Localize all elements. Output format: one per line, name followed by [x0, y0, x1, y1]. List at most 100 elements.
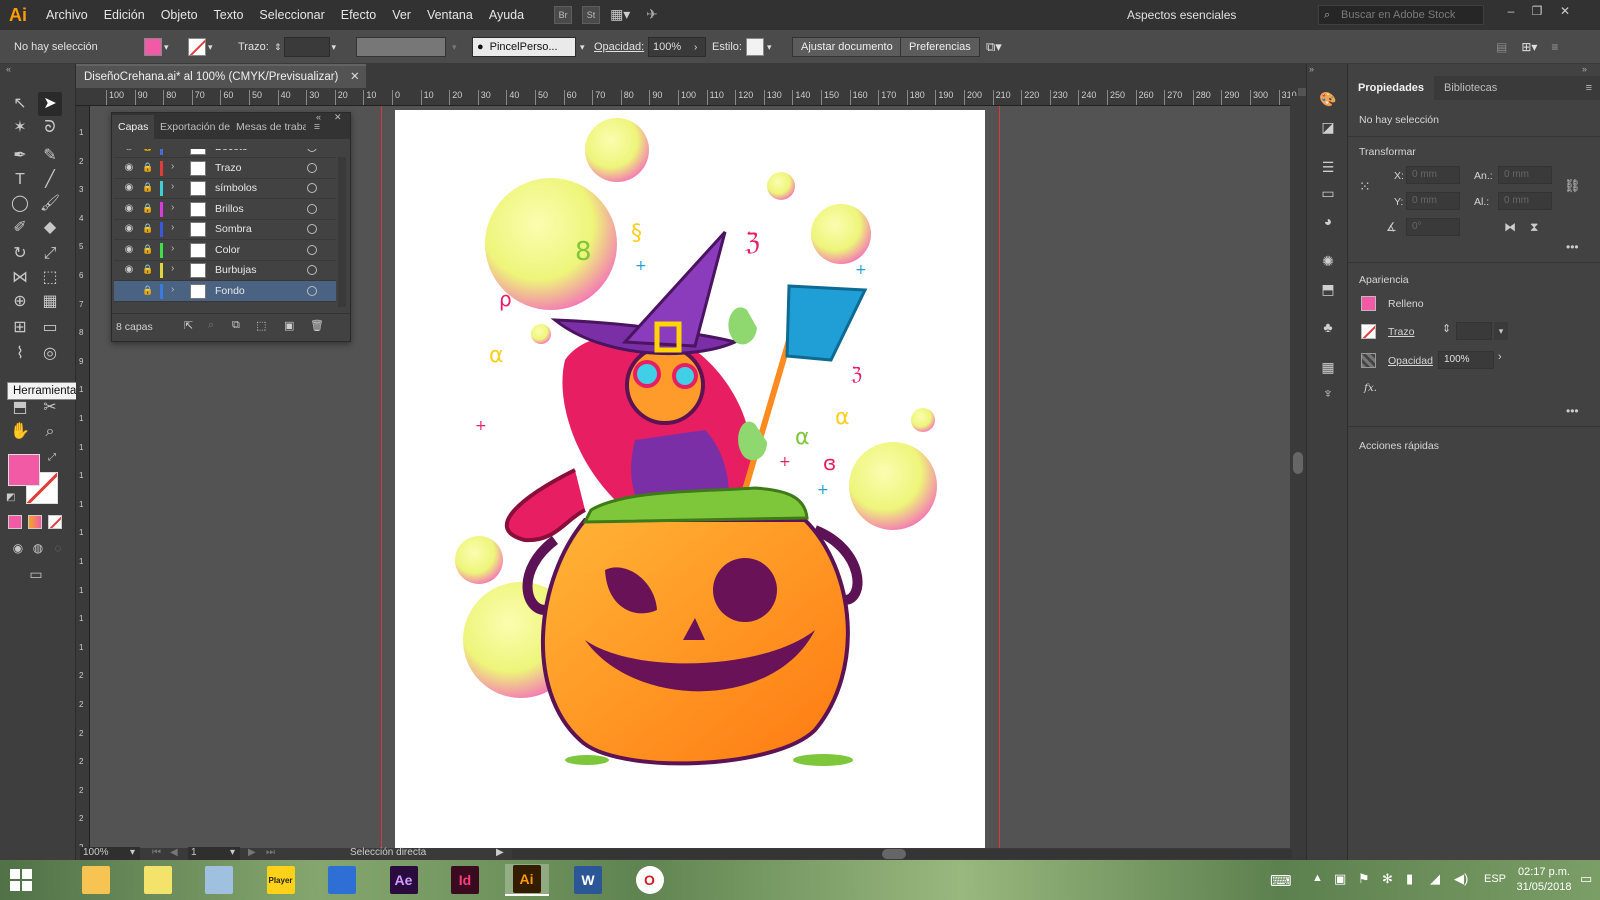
lock-icon[interactable]: 🔒 [142, 203, 154, 215]
layer-row[interactable]: ◉ 🔒 › Burbujas [114, 260, 336, 281]
pen-tool-icon[interactable]: ✒ [8, 144, 32, 168]
chevron-right-icon[interactable]: › [171, 222, 174, 233]
fill-color-swatch[interactable] [8, 454, 40, 486]
chevron-down-icon[interactable]: ▾ [580, 42, 585, 53]
layer-row[interactable]: ◉ 🔒 › símbolos [114, 178, 336, 199]
brushes-panel-icon[interactable]: ♆ [1319, 384, 1337, 402]
locate-object-icon[interactable]: ⌕ [208, 319, 214, 332]
layer-row[interactable]: ◉ 🔒 › Brillos [114, 199, 336, 220]
height-field[interactable]: 0 mm [1498, 192, 1552, 210]
gradient-tool-icon[interactable]: ▭ [38, 316, 62, 340]
tray-bluetooth-icon[interactable]: ✻ [1382, 871, 1393, 887]
arrange-documents-icon[interactable]: ▦▾ [610, 6, 636, 24]
new-sublayer-icon[interactable]: ⬚ [256, 319, 266, 332]
export-icon[interactable]: ⇱ [184, 319, 193, 332]
swatches-panel-icon[interactable]: ▦ [1319, 358, 1337, 376]
lock-icon[interactable]: 🔒 [142, 223, 154, 235]
eyedropper-tool-icon[interactable]: ⌇ [8, 342, 32, 366]
chevron-down-icon[interactable]: ▾ [164, 42, 169, 53]
chevron-right-icon[interactable]: › [171, 202, 174, 213]
menu-texto[interactable]: Texto [206, 0, 252, 30]
more-options-icon[interactable]: ••• [1566, 240, 1579, 254]
taskbar-explorer[interactable] [74, 864, 118, 896]
stroke-stepper-icon[interactable]: ⇕ [1442, 322, 1451, 335]
flip-vertical-icon[interactable]: ⧗ [1530, 220, 1538, 235]
horizontal-ruler[interactable]: 100 90 80 70 60 50 40 30 20 10 0 10 20 30 40 50 60 70 80 90… [76, 88, 1298, 106]
fill-swatch[interactable] [1361, 296, 1376, 311]
opacity-field[interactable]: 100% [1438, 351, 1494, 369]
chevron-right-icon[interactable]: › [171, 181, 174, 192]
chevron-right-icon[interactable]: › [171, 284, 174, 295]
vertical-ruler[interactable]: 12345678911111111112222222 [76, 106, 90, 848]
more-options-icon[interactable]: ••• [1566, 404, 1579, 418]
chevron-right-icon[interactable]: › [171, 263, 174, 274]
shaper-tool-icon[interactable]: ✐ [8, 216, 32, 240]
blend-tool-icon[interactable]: ◎ [38, 342, 62, 366]
graphic-styles-icon[interactable]: ⬒ [1319, 280, 1337, 298]
collapse-icon[interactable]: » [1582, 64, 1587, 74]
keyboard-icon[interactable]: ⌨ [1270, 872, 1292, 890]
appearance-panel-icon[interactable]: ✺ [1319, 252, 1337, 270]
restore-button[interactable]: ❐ [1526, 4, 1548, 24]
tab-libraries[interactable]: Bibliotecas [1434, 76, 1507, 100]
lock-icon[interactable]: 🔒 [142, 182, 154, 194]
color-panel-icon[interactable]: 🎨 [1319, 90, 1337, 108]
taskbar-illustrator[interactable]: Ai [504, 864, 549, 896]
screen-mode-icon[interactable]: ▭ [24, 562, 48, 586]
width-field[interactable]: 0 mm [1498, 166, 1552, 184]
lasso-tool-icon[interactable]: ᘐ [38, 116, 62, 140]
layer-row[interactable]: ◉ 🔒 › Color [114, 240, 336, 261]
zoom-tool-icon[interactable]: ⌕ [38, 420, 62, 444]
target-icon[interactable] [307, 149, 317, 152]
prev-artboard-icon[interactable]: ◀ [170, 847, 178, 858]
taskbar-monitor[interactable] [197, 864, 241, 896]
selection-tool-icon[interactable]: ↖ [8, 92, 32, 116]
curvature-tool-icon[interactable]: ✎ [38, 144, 62, 168]
panel-close-icon[interactable]: ✕ [334, 112, 342, 123]
taskbar-notes[interactable] [136, 864, 180, 896]
taskbar-reader[interactable] [320, 864, 364, 896]
type-tool-icon[interactable]: T [8, 168, 32, 192]
opacity-label[interactable]: Opacidad: [594, 30, 644, 64]
symbols-panel-icon[interactable]: ♣ [1319, 318, 1337, 336]
target-icon[interactable] [307, 244, 317, 255]
variable-width-profile[interactable] [356, 37, 446, 57]
lock-icon[interactable]: 🔒 [142, 244, 154, 256]
taskbar-after-effects[interactable]: Ae [382, 864, 426, 896]
hand-tool-icon[interactable]: ✋ [8, 420, 32, 444]
graphic-style-swatch[interactable] [746, 38, 764, 56]
new-layer-icon[interactable]: ▣ [284, 319, 294, 332]
magic-wand-tool-icon[interactable]: ✶ [8, 116, 32, 140]
panel-menu-icon[interactable]: ≡ [1586, 76, 1600, 100]
scroll-thumb[interactable] [882, 849, 906, 859]
shape-builder-tool-icon[interactable]: ⊕ [8, 290, 32, 314]
transform-icon[interactable]: ⊞▾ [1521, 40, 1537, 54]
taskbar-player[interactable]: Player [259, 864, 303, 896]
chevron-down-icon[interactable]: ▾ [208, 42, 213, 53]
artboard[interactable]: 8 § ℨ ρ α ℨ α α ɞ + + + + + [395, 110, 985, 848]
eraser-tool-icon[interactable]: ◆ [38, 216, 62, 240]
eye-icon[interactable]: ◉ [122, 203, 136, 215]
none-mode-icon[interactable] [48, 515, 62, 529]
stock-icon[interactable]: St [582, 6, 601, 24]
free-transform-tool-icon[interactable]: ⬚ [38, 266, 62, 290]
align-icon[interactable]: ▤ [1496, 40, 1507, 54]
chevron-down-icon[interactable]: ▾ [1494, 322, 1508, 340]
lock-icon[interactable]: 🔒 [142, 162, 154, 174]
eye-icon[interactable]: ◉ [122, 149, 136, 153]
bridge-icon[interactable]: Br [554, 6, 573, 24]
gpu-performance-icon[interactable]: ✈ [646, 6, 668, 24]
fill-swatch[interactable] [144, 38, 162, 56]
close-window-button[interactable]: ✕ [1554, 4, 1576, 24]
direct-selection-tool-icon[interactable]: ➤ [38, 92, 62, 116]
taskbar-opera[interactable]: O [628, 864, 672, 896]
y-field[interactable]: 0 mm [1406, 192, 1460, 210]
zoom-field[interactable]: 100% ▾ [80, 847, 140, 861]
tab-layers[interactable]: Capas [112, 115, 154, 139]
menu-edición[interactable]: Edición [96, 0, 153, 30]
ellipse-tool-icon[interactable]: ◯ [8, 192, 32, 216]
gradient-panel-icon[interactable]: ▭ [1319, 184, 1337, 202]
tab-artboards[interactable]: Mesas de traba [230, 115, 306, 139]
perspective-grid-tool-icon[interactable]: ▦ [38, 290, 62, 314]
reference-point-icon[interactable]: ⁙ [1359, 178, 1377, 196]
